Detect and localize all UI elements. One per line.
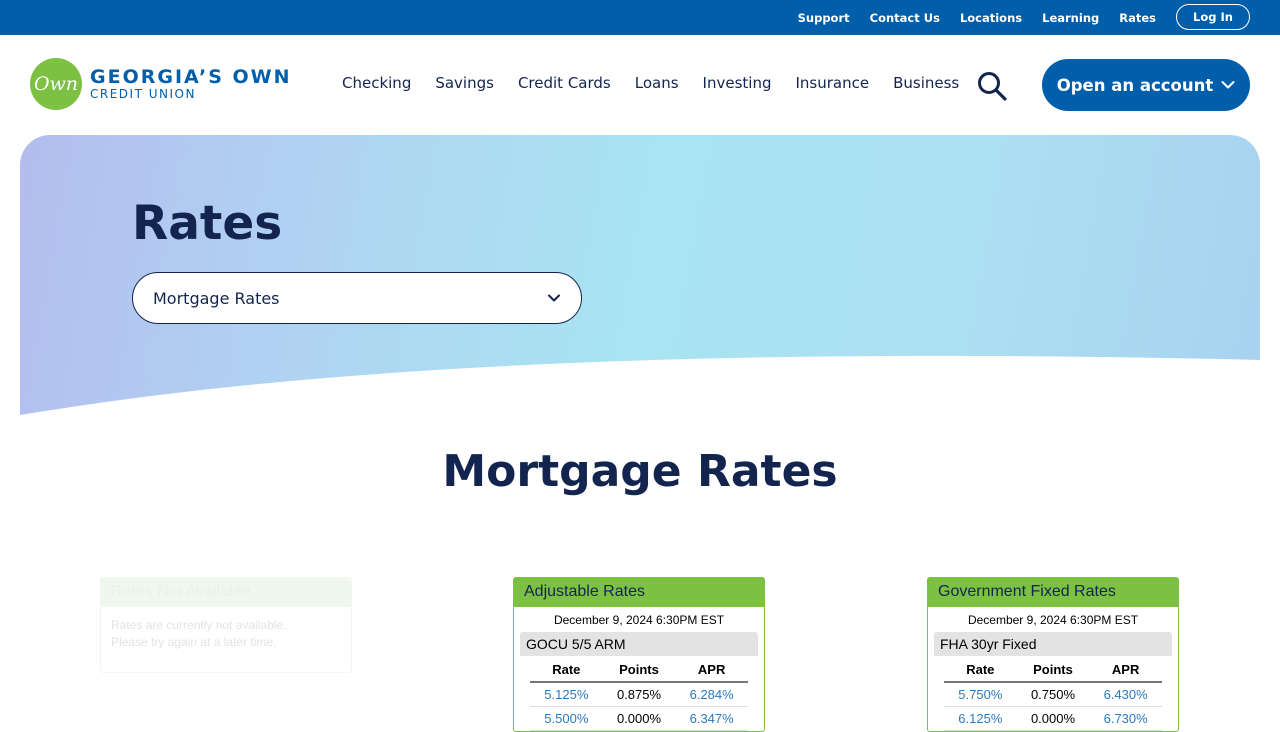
government-product: FHA 30yr Fixed Rate Points APR 5.750% 0.…: [934, 632, 1172, 731]
rate-cell[interactable]: 6.125%: [944, 706, 1017, 731]
utility-link-locations[interactable]: Locations: [960, 11, 1022, 25]
utility-link-support[interactable]: Support: [798, 11, 850, 25]
column-header-rate: Rate: [530, 662, 603, 683]
rate-cell[interactable]: 5.500%: [530, 706, 603, 731]
government-fixed-rates-card: Government Fixed Rates December 9, 2024 …: [927, 577, 1179, 732]
main-nav: Checking Savings Credit Cards Loans Inve…: [342, 74, 959, 92]
rate-cell[interactable]: 5.125%: [530, 682, 603, 707]
section-title: Mortgage Rates: [442, 446, 838, 497]
nav-item-loans[interactable]: Loans: [635, 74, 679, 92]
apr-cell[interactable]: 6.430%: [1089, 682, 1162, 707]
points-cell: 0.875%: [602, 682, 676, 707]
government-rates-date: December 9, 2024 6:30PM EST: [967, 613, 1139, 627]
nav-item-investing[interactable]: Investing: [703, 74, 772, 92]
open-account-button[interactable]: Open an account: [1042, 59, 1250, 111]
government-rate-table: Rate Points APR 5.750% 0.750% 6.430% 6.1…: [944, 662, 1162, 731]
chevron-down-icon: [548, 294, 560, 302]
adjustable-rates-title: Adjustable Rates: [514, 578, 764, 607]
utility-nav: Support Contact Us Locations Learning Ra…: [798, 0, 1156, 35]
nav-item-savings[interactable]: Savings: [435, 74, 494, 92]
logo-wordmark: GEORGIA’S OWN CREDIT UNION: [90, 67, 292, 101]
points-cell: 0.000%: [1016, 706, 1090, 731]
rates-unavailable-title: Rates Not Available: [101, 578, 351, 607]
apr-cell[interactable]: 6.730%: [1089, 706, 1162, 731]
adjustable-rates-card: Adjustable Rates December 9, 2024 6:30PM…: [513, 577, 765, 732]
rate-cell[interactable]: 5.750%: [944, 682, 1017, 707]
column-header-apr: APR: [1089, 662, 1162, 683]
utility-bar: Support Contact Us Locations Learning Ra…: [0, 0, 1280, 35]
open-account-label: Open an account: [1056, 75, 1214, 95]
points-cell: 0.750%: [1016, 682, 1090, 707]
logo-mark: Own: [30, 58, 82, 110]
rates-unavailable-card: Rates Not Available Rates are currently …: [100, 577, 352, 673]
rate-category-select[interactable]: Mortgage Rates: [132, 272, 582, 324]
nav-item-checking[interactable]: Checking: [342, 74, 411, 92]
column-header-apr: APR: [675, 662, 748, 683]
points-cell: 0.000%: [602, 706, 676, 731]
utility-link-contact-us[interactable]: Contact Us: [870, 11, 940, 25]
login-button[interactable]: Log In: [1176, 4, 1250, 30]
table-row: 5.500% 0.000% 6.347%: [530, 706, 748, 731]
logo-line-1: GEORGIA’S OWN: [90, 66, 292, 88]
table-row: 5.750% 0.750% 6.430%: [944, 682, 1162, 707]
utility-link-rates[interactable]: Rates: [1119, 11, 1156, 25]
government-product-name: FHA 30yr Fixed: [934, 632, 1172, 656]
utility-link-learning[interactable]: Learning: [1042, 11, 1099, 25]
table-row: 6.125% 0.000% 6.730%: [944, 706, 1162, 731]
nav-item-credit-cards[interactable]: Credit Cards: [518, 74, 611, 92]
column-header-points: Points: [1016, 662, 1090, 683]
search-icon[interactable]: [976, 70, 1008, 102]
column-header-rate: Rate: [944, 662, 1017, 683]
rate-category-select-value: Mortgage Rates: [153, 288, 280, 308]
table-row: 5.125% 0.875% 6.284%: [530, 682, 748, 707]
chevron-down-icon: [1221, 81, 1235, 89]
apr-cell[interactable]: 6.284%: [675, 682, 748, 707]
logo[interactable]: Own GEORGIA’S OWN CREDIT UNION: [30, 58, 292, 110]
adjustable-rate-table: Rate Points APR 5.125% 0.875% 6.284% 5.5…: [530, 662, 748, 731]
adjustable-product-name: GOCU 5/5 ARM: [520, 632, 758, 656]
column-header-points: Points: [602, 662, 676, 683]
adjustable-rates-date: December 9, 2024 6:30PM EST: [553, 613, 725, 627]
apr-cell[interactable]: 6.347%: [675, 706, 748, 731]
logo-line-2: CREDIT UNION: [90, 87, 196, 101]
adjustable-product: GOCU 5/5 ARM Rate Points APR 5.125% 0.87…: [520, 632, 758, 731]
rates-unavailable-message: Rates are currently not available. Pleas…: [111, 618, 287, 649]
nav-item-business[interactable]: Business: [893, 74, 959, 92]
nav-item-insurance[interactable]: Insurance: [795, 74, 869, 92]
hero-wave-divider: [20, 355, 1260, 415]
page-title: Rates: [132, 196, 283, 251]
government-rates-title: Government Fixed Rates: [928, 578, 1178, 607]
